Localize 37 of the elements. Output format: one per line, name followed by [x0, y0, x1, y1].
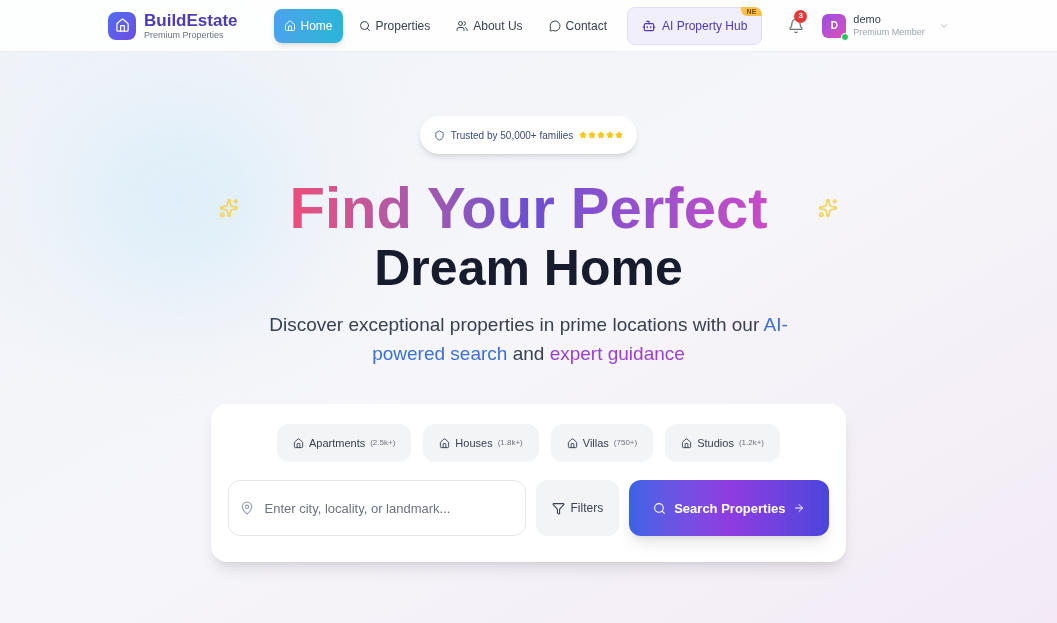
- nav-tab[interactable]: Properties: [348, 8, 441, 43]
- nav-icon: [358, 19, 371, 32]
- headline-dark: Dream Home: [374, 239, 683, 298]
- user-name: demo: [853, 13, 882, 27]
- filters-button[interactable]: Filters: [535, 480, 620, 537]
- house-icon: [292, 437, 304, 449]
- brand-tagline: Premium Properties: [144, 30, 225, 40]
- category-chip[interactable]: Studios (1.2k+): [665, 424, 781, 463]
- map-pin-icon: [239, 501, 254, 516]
- arrow-right-icon: [793, 502, 806, 515]
- house-logo-icon[interactable]: [108, 11, 136, 40]
- house-icon: [681, 437, 693, 449]
- nav-tab[interactable]: Contact: [538, 8, 617, 43]
- search-icon: [653, 501, 667, 515]
- bell-icon[interactable]: [788, 17, 805, 34]
- trust-text: Trusted by 50,000+ families: [450, 128, 574, 143]
- category-chip[interactable]: Houses (1.8k+): [423, 424, 539, 463]
- nav-icon: [548, 19, 561, 32]
- search-properties-button[interactable]: Search Properties: [629, 480, 830, 537]
- sparkle-icon: [817, 197, 838, 218]
- category-chip[interactable]: Apartments (2.5k+): [276, 424, 412, 463]
- user-role: Premium Member: [853, 26, 925, 38]
- category-chip[interactable]: Villas (750+): [550, 424, 654, 463]
- house-icon: [566, 437, 578, 449]
- filter-icon: [551, 501, 565, 515]
- sparkle-icon: [219, 197, 240, 218]
- notification-count: 3: [794, 9, 808, 23]
- robot-icon: [641, 18, 656, 33]
- house-icon: [439, 437, 451, 449]
- user-avatar[interactable]: D: [822, 13, 847, 38]
- brand-name: BuildEstate: [144, 11, 238, 29]
- nav-icon: [456, 19, 469, 32]
- location-search-field[interactable]: Enter city, locality, or landmark...: [227, 480, 526, 537]
- hero-subtitle: Discover exceptional properties in prime locations with our AI-powered search and expert guidance: [268, 313, 789, 366]
- nav-icon: [283, 19, 296, 32]
- nav-tab[interactable]: About Us: [446, 8, 533, 43]
- shield-icon: [433, 129, 445, 141]
